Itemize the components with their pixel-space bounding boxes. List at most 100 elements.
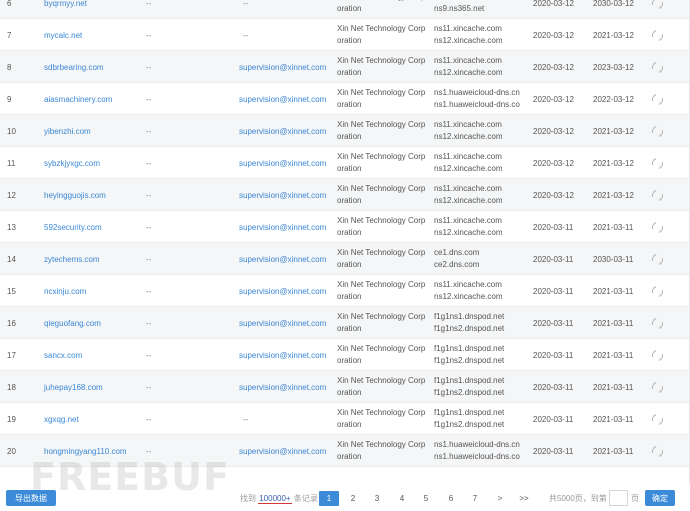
table-row: 8 sdbrbearing.com -- supervision@xinnet.com…	[0, 51, 689, 83]
email-cell[interactable]: supervision@xinnet.com	[239, 83, 339, 115]
email-cell[interactable]: supervision@xinnet.com	[239, 243, 339, 275]
registrar-line-2: oration	[337, 100, 362, 109]
email-cell[interactable]: supervision@xinnet.com	[239, 307, 339, 339]
registrar-cell: Xin Net Technology Corporation	[337, 371, 432, 403]
refresh-icon[interactable]	[649, 435, 666, 467]
email-cell[interactable]: supervision@xinnet.com	[239, 147, 339, 179]
expiry-date: 2021-03-12	[593, 190, 634, 200]
refresh-icon-glyph	[649, 123, 666, 139]
page-button-7[interactable]: 7	[465, 491, 485, 506]
registration-date: 2020-03-11	[533, 254, 574, 264]
registrar-cell: Xin Net Technology Corp oration	[337, 179, 432, 211]
refresh-icon-glyph	[649, 27, 666, 43]
row-index: 8	[7, 62, 12, 72]
refresh-icon[interactable]	[649, 179, 666, 211]
table-row: 11 sybzkjyxgc.com -- supervision@xinnet.com…	[0, 147, 689, 179]
row-index: 9	[7, 94, 12, 104]
nameserver-1: ce1.dns.com	[434, 247, 480, 257]
expiry-date: 2021-03-11	[593, 414, 634, 424]
registrar-cell: Xin Net Technology Corporation	[337, 0, 432, 19]
email-cell[interactable]: supervision@xinnet.com	[239, 339, 339, 371]
registration-date: 2020-03-12	[533, 158, 574, 168]
nameserver-cell: ns11.xincache.com ns12.xincache.com	[434, 51, 530, 83]
refresh-icon-glyph	[649, 0, 666, 11]
registrant-cell: --	[146, 158, 152, 168]
refresh-icon[interactable]	[649, 275, 666, 307]
refresh-icon[interactable]	[649, 0, 666, 19]
email-cell[interactable]: supervision@xinnet.com	[239, 211, 339, 243]
row-index: 10	[7, 126, 16, 136]
nameserver-1: ns11.xincache.com	[434, 279, 502, 289]
total-count: 100000+	[258, 494, 292, 504]
table-row: 18 juhepay168.com -- supervision@xinnet.com…	[0, 371, 689, 403]
nameserver-1: f1g1ns1.dnspod.net	[434, 343, 505, 353]
registration-date: 2020-03-11	[533, 350, 574, 360]
email-cell[interactable]: supervision@xinnet.com	[239, 435, 339, 467]
registrant-cell: --	[146, 382, 152, 392]
refresh-icon[interactable]	[649, 211, 666, 243]
export-data-button[interactable]: 导出数据	[6, 490, 56, 506]
nameserver-1: ns11.xincache.com	[434, 151, 502, 161]
registrar-line-2: oration	[337, 132, 362, 141]
registrar-line-2: oration	[337, 228, 362, 237]
page-button-3[interactable]: 3	[367, 491, 387, 506]
registrar-line-2: oration	[337, 260, 362, 269]
email-cell[interactable]: supervision@xinnet.com	[239, 115, 339, 147]
nameserver-cell: ns1.huaweicloud-dns.cn ns1.huaweicloud-dn…	[434, 83, 530, 115]
refresh-icon-glyph	[649, 443, 666, 459]
expiry-date: 2023-03-12	[593, 62, 634, 72]
nameserver-2: f1g1ns2.dnspod.net	[434, 324, 505, 333]
registrant-cell: --	[146, 350, 152, 360]
expiry-date: 2021-03-12	[593, 30, 634, 40]
next-page-button[interactable]: >	[490, 491, 510, 506]
registrar-line-1: Xin Net Technology Corp	[337, 311, 426, 321]
nameserver-cell: ns10.ns365.netns9.ns365.net	[434, 0, 530, 19]
refresh-icon[interactable]	[649, 115, 666, 147]
registrant-cell: --	[146, 414, 152, 424]
nameserver-1: ns11.xincache.com	[434, 183, 502, 193]
page-number-input[interactable]	[609, 490, 628, 506]
registrar-line-1: Xin Net Technology Corp	[337, 407, 426, 417]
registrant-cell: --	[146, 286, 152, 296]
registrant-cell: --	[146, 190, 152, 200]
registration-date: 2020-03-11	[533, 382, 574, 392]
confirm-button[interactable]: 确定	[645, 490, 675, 506]
domain-table: 6byqrmyy.net----Xin Net Technology Corpo…	[0, 0, 690, 483]
refresh-icon[interactable]	[649, 307, 666, 339]
registrar-line-2: oration	[337, 452, 362, 461]
refresh-icon[interactable]	[649, 243, 666, 275]
last-page-button[interactable]: >>	[514, 491, 534, 506]
registrant-cell: --	[146, 446, 152, 456]
registrar-line-1: Xin Net Technology Corp	[337, 183, 426, 193]
nameserver-cell: f1g1ns1.dnspod.net f1g1ns2.dnspod.net	[434, 339, 530, 371]
registrant-cell: --	[146, 318, 152, 328]
refresh-icon[interactable]	[649, 403, 666, 435]
registrant-cell: --	[146, 254, 152, 264]
email-cell[interactable]: supervision@xinnet.com	[239, 371, 339, 403]
page-button-2[interactable]: 2	[343, 491, 363, 506]
registrar-line-2: oration	[337, 196, 362, 205]
registrar-line-1: Xin Net Technology Corp	[337, 87, 426, 97]
page-button-1[interactable]: 1	[319, 491, 339, 506]
page-button-5[interactable]: 5	[416, 491, 436, 506]
refresh-icon[interactable]	[649, 19, 666, 51]
registration-date: 2020-03-12	[533, 62, 574, 72]
expiry-date: 2021-03-11	[593, 382, 634, 392]
registration-date: 2020-03-11	[533, 446, 574, 456]
registrar-line-1: Xin Net Technology Corp	[337, 439, 426, 449]
refresh-icon-glyph	[649, 187, 666, 203]
registrar-line-2: oration	[337, 356, 362, 365]
email-cell[interactable]: supervision@xinnet.com	[239, 179, 339, 211]
registrar-line-1: Xin Net Technology Corp	[337, 55, 426, 65]
refresh-icon[interactable]	[649, 339, 666, 371]
refresh-icon[interactable]	[649, 83, 666, 115]
refresh-icon[interactable]	[649, 147, 666, 179]
refresh-icon[interactable]	[649, 371, 666, 403]
page-button-4[interactable]: 4	[392, 491, 412, 506]
registrar-cell: Xin Net Technology Corporation	[337, 243, 432, 275]
refresh-icon[interactable]	[649, 51, 666, 83]
email-cell[interactable]: supervision@xinnet.com	[239, 275, 339, 307]
email-cell[interactable]: supervision@xinnet.com	[239, 51, 339, 83]
registrar-line-1: Xin Net Technology Corp	[337, 215, 426, 225]
page-button-6[interactable]: 6	[441, 491, 461, 506]
